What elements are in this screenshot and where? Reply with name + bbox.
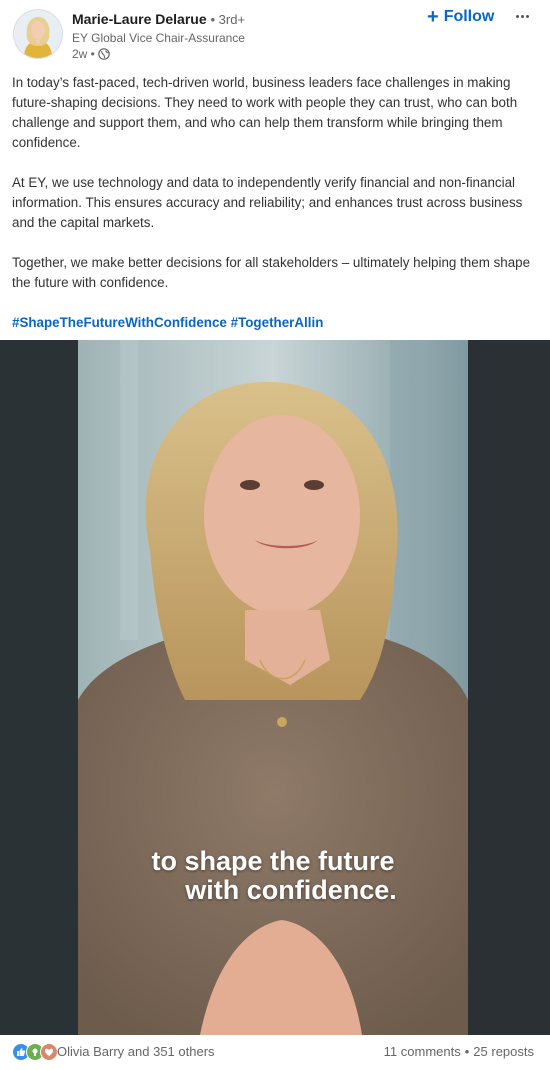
hashtag-link[interactable]: #ShapeTheFutureWithConfidence: [12, 315, 227, 330]
video-caption: to shape the future with confidence.: [78, 847, 468, 905]
post-time: 2w •: [72, 47, 110, 61]
author-headline: EY Global Vice Chair-Assurance: [72, 31, 245, 45]
post-paragraph: At EY, we use technology and data to ind…: [12, 175, 523, 230]
author-avatar[interactable]: [14, 10, 62, 58]
video-player[interactable]: [0, 340, 550, 1035]
author-name[interactable]: Marie-Laure Delarue: [72, 11, 207, 27]
social-counts-bar: Olivia Barry and 351 others 11 comments …: [0, 1035, 550, 1070]
post-paragraph: In today’s fast-paced, tech-driven world…: [12, 75, 518, 150]
follow-label: Follow: [443, 8, 495, 25]
author-name-line: Marie-Laure Delarue • 3rd+: [72, 11, 245, 27]
hashtag-line: #ShapeTheFutureWithConfidence #TogetherA…: [12, 313, 323, 333]
support-icon: [40, 1043, 58, 1061]
post-time-label: 2w •: [72, 47, 95, 61]
counts-separator: •: [464, 1044, 470, 1059]
plus-icon: +: [427, 6, 439, 28]
follow-button[interactable]: + Follow: [427, 5, 494, 29]
post-body: In today’s fast-paced, tech-driven world…: [12, 73, 538, 313]
engagement-counts: 11 comments • 25 reposts: [384, 1044, 534, 1059]
post-paragraph: Together, we make better decisions for a…: [12, 255, 531, 290]
reaction-icons[interactable]: [12, 1043, 58, 1061]
comments-count-link[interactable]: 11 comments: [384, 1044, 461, 1059]
caption-line-2: with confidence.: [185, 875, 397, 905]
hashtag-link[interactable]: #TogetherAllin: [231, 315, 324, 330]
ellipsis-icon[interactable]: [510, 6, 534, 26]
video-frame: [0, 340, 550, 1035]
globe-icon: [98, 48, 110, 60]
reposts-count-link[interactable]: 25 reposts: [473, 1044, 534, 1059]
connection-degree: • 3rd+: [210, 12, 246, 27]
reactors-link[interactable]: Olivia Barry and 351 others: [57, 1044, 215, 1059]
post-header: Marie-Laure Delarue • 3rd+ EY Global Vic…: [0, 0, 550, 70]
caption-line-1: to shape the future: [151, 846, 395, 876]
